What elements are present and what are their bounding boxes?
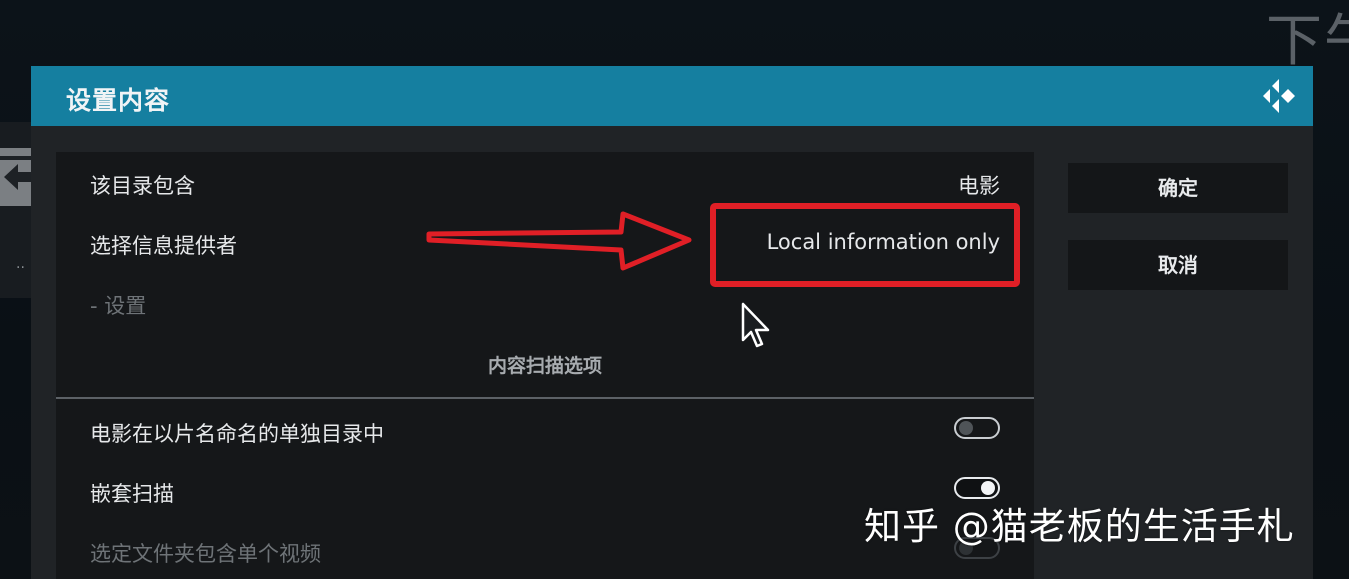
cancel-button[interactable]: 取消 [1068, 240, 1288, 290]
toggle-separate-folders[interactable] [954, 417, 1000, 439]
ok-button[interactable]: 确定 [1068, 163, 1288, 213]
background-parent-dots: .. [16, 256, 25, 272]
screen: 下午 .. 设置内容 该目录包含 电影 选择信息提供者 Local inform… [0, 0, 1349, 579]
option-label-single-video: 选定文件夹包含单个视频 [90, 542, 321, 566]
option-row-separate-folders[interactable]: 电影在以片名命名的单独目录中 [56, 400, 1034, 460]
toggle-knob [981, 481, 995, 495]
red-highlight-box [710, 203, 1020, 287]
provider-settings-label: - 设置 [90, 294, 147, 318]
watermark: 知乎 @猫老板的生活手札 [864, 505, 1295, 548]
mouse-cursor-icon [741, 302, 770, 348]
dialog-header: 设置内容 [31, 66, 1313, 126]
background-back-icon [0, 148, 32, 206]
info-provider-label: 选择信息提供者 [90, 234, 237, 258]
content-type-label: 该目录包含 [90, 174, 195, 198]
content-type-value: 电影 [958, 174, 1000, 198]
section-divider [56, 397, 1034, 399]
dialog-title: 设置内容 [66, 86, 171, 115]
toggle-knob [959, 421, 973, 435]
option-label-separate-folders: 电影在以片名命名的单独目录中 [90, 422, 384, 446]
red-arrow-annotation [426, 211, 692, 271]
kodi-logo-icon [1263, 79, 1295, 113]
option-label-recursive-scan: 嵌套扫描 [90, 482, 174, 506]
scan-options-heading: 内容扫描选项 [487, 355, 602, 377]
